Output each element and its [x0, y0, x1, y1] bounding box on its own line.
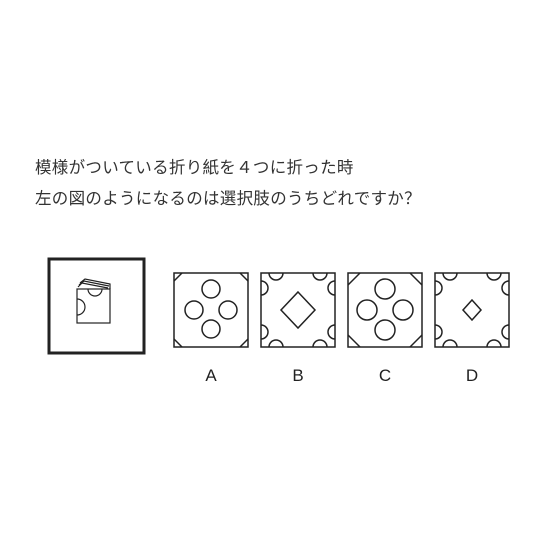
reference-frame — [47, 257, 146, 355]
option-d-pattern-icon[interactable] — [434, 272, 510, 348]
folded-paper-icon — [76, 278, 111, 324]
option-c-label[interactable]: C — [370, 366, 400, 386]
puzzle-figures — [47, 257, 510, 355]
option-c-pattern-icon[interactable] — [347, 272, 423, 348]
option-b-label[interactable]: B — [283, 366, 313, 386]
option-b-pattern-icon[interactable] — [260, 272, 336, 348]
option-d-label[interactable]: D — [457, 366, 487, 386]
option-a-label[interactable]: A — [196, 366, 226, 386]
option-a-pattern-icon[interactable] — [173, 272, 249, 348]
